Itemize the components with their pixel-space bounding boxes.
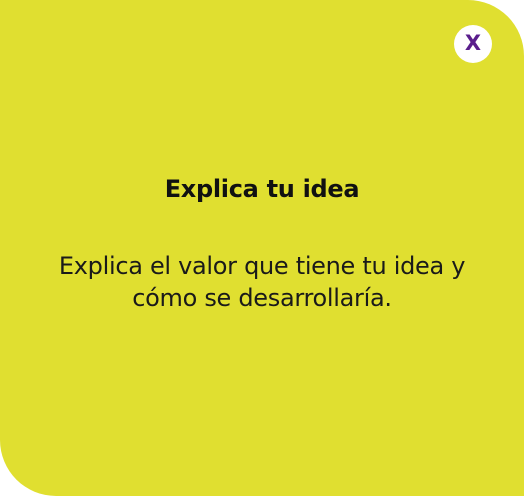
popup-description: Explica el valor que tiene tu idea y cóm… <box>58 252 466 312</box>
idea-popup-card: X Explica tu idea Explica el valor que t… <box>0 0 524 496</box>
close-button[interactable]: X <box>454 25 492 63</box>
close-icon: X <box>464 31 482 55</box>
popup-title: Explica tu idea <box>164 175 360 203</box>
